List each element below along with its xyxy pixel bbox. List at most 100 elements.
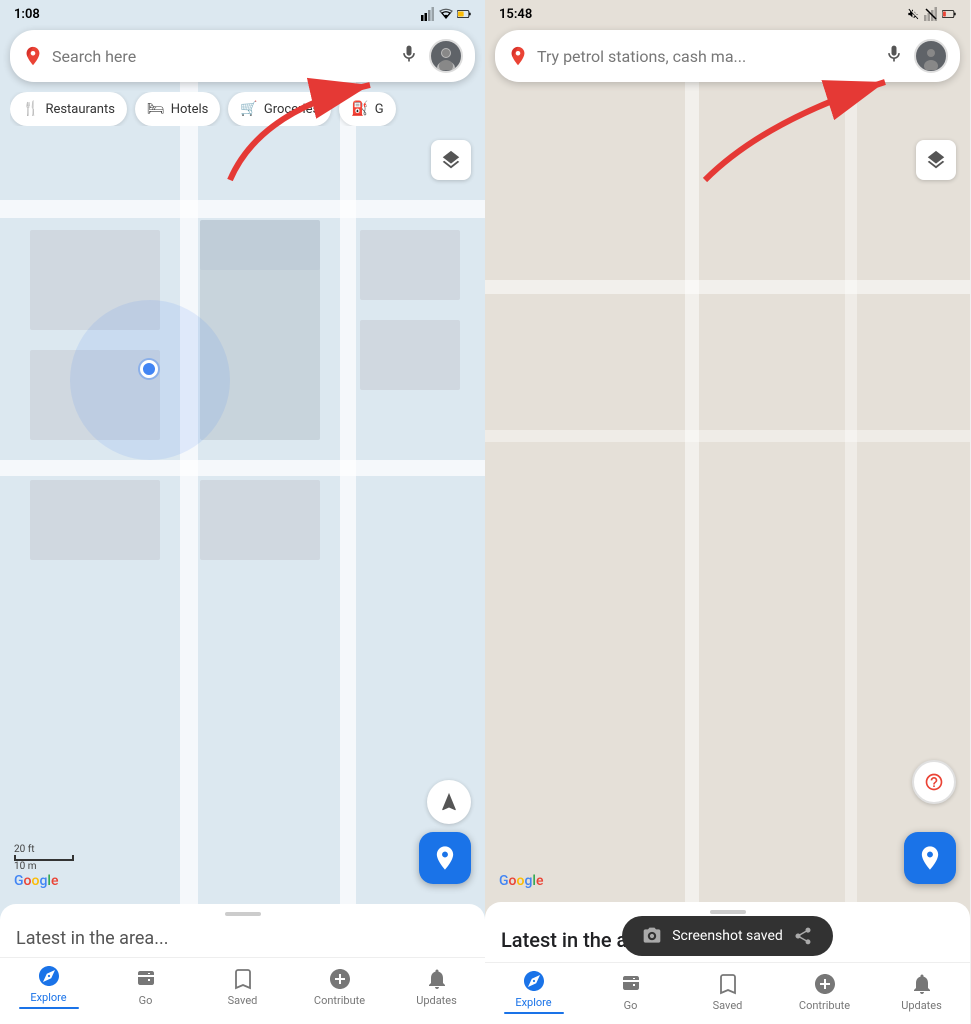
direction-fab-left[interactable]: [419, 832, 471, 884]
nav-updates-right[interactable]: Updates: [892, 972, 952, 1012]
battery-icon-right: [942, 7, 956, 21]
nav-go-right[interactable]: Go: [601, 972, 661, 1012]
explore-svg-left: [37, 964, 61, 988]
avatar-svg-right: [917, 42, 945, 70]
pill-gas[interactable]: ⛽ G: [339, 92, 395, 126]
contribute-icon-right: [813, 972, 837, 996]
sheet-handle-left: [225, 912, 261, 916]
left-phone-panel: 1:08: [0, 0, 485, 1024]
search-text-left: Search here: [52, 47, 399, 66]
scale-label-ft: 20 ft: [14, 844, 34, 855]
nav-contribute-left[interactable]: Contribute: [310, 967, 370, 1007]
gas-icon: ⛽: [351, 101, 368, 117]
battery-icon: [457, 7, 471, 21]
mic-icon-left[interactable]: [399, 44, 419, 68]
scale-bar-left: 20 ft 10 m: [14, 844, 74, 872]
explore-svg-right: [522, 969, 546, 993]
layer-button-right[interactable]: [916, 140, 956, 180]
question-button-right[interactable]: [912, 760, 956, 804]
category-pills-left: 🍴 Restaurants 🛏 Hotels 🛒 Groceries ⛽ G: [10, 92, 475, 126]
updates-svg-left: [425, 967, 449, 991]
screenshot-icon: [642, 926, 662, 946]
compass-icon-left: [438, 791, 460, 813]
search-bar-right[interactable]: Try petrol stations, cash ma...: [495, 30, 960, 82]
wifi-icon: [439, 7, 453, 21]
nav-label-explore-left: Explore: [30, 991, 66, 1004]
contribute-svg-right: [813, 972, 837, 996]
layer-button-left[interactable]: [431, 140, 471, 180]
contribute-svg-left: [328, 967, 352, 991]
nav-saved-left[interactable]: Saved: [213, 967, 273, 1007]
saved-svg-right: [716, 972, 740, 996]
direction-icon-left: [431, 844, 459, 872]
go-icon-right: [619, 972, 643, 996]
go-svg-left: [134, 967, 158, 991]
toast-text: Screenshot saved: [672, 928, 783, 944]
bottom-sheet-left: Latest in the area... Explore Go: [0, 904, 485, 1024]
direction-icon-right: [916, 844, 944, 872]
avatar-svg-left: [432, 42, 460, 70]
bottom-nav-right: Explore Go Saved: [485, 962, 970, 1024]
share-icon-toast: [793, 926, 813, 946]
nav-label-updates-right: Updates: [901, 999, 942, 1012]
pill-label-hotels: Hotels: [171, 102, 209, 117]
signal-icon-right: [924, 7, 938, 21]
nav-label-explore-right: Explore: [515, 996, 551, 1009]
hotels-icon: 🛏: [147, 101, 165, 117]
direction-fab-right[interactable]: [904, 832, 956, 884]
avatar-right[interactable]: [914, 39, 948, 73]
sheet-title-left: Latest in the area...: [0, 924, 485, 957]
status-time-left: 1:08: [14, 7, 40, 22]
bottom-nav-left: Explore Go Saved: [0, 957, 485, 1019]
pill-label-gas: G: [375, 102, 384, 117]
restaurants-icon: 🍴: [22, 101, 39, 117]
microphone-svg-right: [884, 44, 904, 64]
pill-hotels[interactable]: 🛏 Hotels: [135, 92, 221, 126]
sheet-handle-right: [710, 910, 746, 914]
g-red2: e: [51, 873, 59, 889]
nav-label-go-left: Go: [139, 994, 153, 1007]
mic-icon-right[interactable]: [884, 44, 904, 68]
avatar-left[interactable]: [429, 39, 463, 73]
layer-icon-left: [440, 149, 462, 171]
right-phone-panel: 15:48: [485, 0, 970, 1024]
search-text-right: Try petrol stations, cash ma...: [537, 47, 884, 66]
nav-saved-right[interactable]: Saved: [698, 972, 758, 1012]
status-icons-left: [421, 7, 471, 21]
google-logo-left: Google: [14, 873, 58, 889]
location-dot: [140, 360, 158, 378]
nav-label-saved-left: Saved: [228, 994, 258, 1007]
groceries-icon: 🛒: [240, 101, 257, 117]
mute-icon: [906, 7, 920, 21]
nav-contribute-right[interactable]: Contribute: [795, 972, 855, 1012]
nav-explore-left[interactable]: Explore: [19, 964, 79, 1009]
status-bar-right: 15:48: [485, 0, 970, 28]
microphone-svg-left: [399, 44, 419, 64]
nav-explore-right[interactable]: Explore: [504, 969, 564, 1014]
map-background-right: [485, 0, 970, 1024]
go-icon-left: [134, 967, 158, 991]
map-svg-right: [485, 80, 970, 980]
nav-go-left[interactable]: Go: [116, 967, 176, 1007]
status-time-right: 15:48: [499, 7, 532, 22]
saved-svg-left: [231, 967, 255, 991]
nav-label-contribute-left: Contribute: [314, 994, 365, 1007]
screenshot-toast: Screenshot saved: [485, 916, 970, 956]
updates-icon-right: [910, 972, 934, 996]
search-bar-left[interactable]: Search here: [10, 30, 475, 82]
nav-underline-explore-right: [504, 1012, 564, 1014]
pill-restaurants[interactable]: 🍴 Restaurants: [10, 92, 127, 126]
maps-logo-left: [22, 45, 44, 67]
explore-icon-right: [522, 969, 546, 993]
nav-label-updates-left: Updates: [416, 994, 457, 1007]
location-button-left[interactable]: [427, 780, 471, 824]
g-red-r: o: [509, 873, 517, 889]
pill-groceries[interactable]: 🛒 Groceries: [228, 92, 331, 126]
nav-updates-left[interactable]: Updates: [407, 967, 467, 1007]
status-bar-left: 1:08: [0, 0, 485, 28]
updates-svg-right: [910, 972, 934, 996]
pill-label-groceries: Groceries: [264, 102, 319, 117]
explore-icon-left: [37, 964, 61, 988]
saved-icon-right: [716, 972, 740, 996]
pill-label-restaurants: Restaurants: [45, 102, 114, 117]
